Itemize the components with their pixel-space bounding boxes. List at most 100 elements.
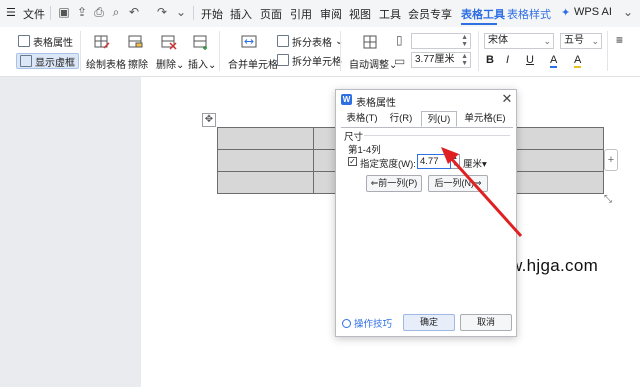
tips-label: 操作技巧 — [354, 319, 393, 330]
size-group-title: 尺寸 — [344, 132, 364, 143]
ribbon-separator — [607, 31, 608, 71]
more-tabs-icon[interactable]: ⌄ — [621, 5, 635, 19]
table-cell[interactable] — [507, 127, 604, 150]
auto-fit-button[interactable]: 自动调整⌄ — [349, 56, 397, 71]
specify-width-label: 指定宽度(W): — [360, 159, 416, 170]
insert-table-icon — [193, 35, 207, 50]
tips-link[interactable]: 操作技巧 — [342, 316, 392, 330]
tab-column[interactable]: 列(U) — [421, 111, 457, 127]
tab-table-tools[interactable]: 表格工具 — [461, 6, 505, 22]
font-name-dropdown-icon: ⌄ — [543, 36, 551, 46]
tab-member[interactable]: 会员专享 — [408, 6, 452, 22]
merge-cells-button[interactable]: 合并单元格 — [228, 56, 278, 71]
menu-bar: ☰ 文件 ▣ ⇪ ⎙ ⌕ ↶ ↷ ⌄ 开始 插入 页面 引用 审阅 视图 工具 … — [0, 0, 640, 28]
delete-button[interactable]: 删除⌄ — [156, 56, 184, 71]
menu-file[interactable]: 文件 — [23, 6, 45, 22]
tab-wps-ai[interactable]: WPS AI — [574, 6, 612, 18]
tab-table-style[interactable]: 表格样式 — [507, 6, 551, 22]
font-size-select[interactable]: 五号 ⌄ — [560, 33, 602, 49]
show-gridlines-button[interactable]: 显示虚框 — [16, 53, 79, 69]
print-icon[interactable]: ⎙ — [92, 5, 106, 19]
print-preview-icon[interactable]: ⌕ — [109, 5, 123, 19]
font-name-select[interactable]: 宋体 ⌄ — [484, 33, 554, 49]
tab-review[interactable]: 审阅 — [320, 6, 342, 22]
tab-row[interactable]: 行(R) — [383, 111, 419, 127]
cancel-button[interactable]: 取消 — [460, 314, 512, 331]
wps-logo-icon: W — [341, 94, 352, 105]
table-cell[interactable] — [507, 149, 604, 172]
split-cells-label: 拆分单元格 — [292, 56, 342, 68]
draw-table-button[interactable]: 绘制表格 — [86, 56, 126, 71]
width-input[interactable]: 4.77 — [417, 154, 451, 169]
table-cell[interactable] — [217, 171, 314, 194]
undo-icon[interactable]: ↶ — [127, 5, 141, 19]
split-table-icon — [277, 35, 289, 47]
redo-icon[interactable]: ↷ — [155, 5, 169, 19]
dialog-title: 表格属性 — [356, 98, 396, 109]
dialog-titlebar[interactable]: W 表格属性 ✕ — [336, 90, 516, 110]
erase-button[interactable]: 擦除 — [128, 56, 148, 71]
tab-home[interactable]: 开始 — [201, 6, 223, 22]
table-properties-icon — [18, 35, 30, 47]
insert-button[interactable]: 插入⌄ — [188, 56, 216, 71]
tab-view[interactable]: 视图 — [349, 6, 371, 22]
more-quick-icon[interactable]: ⌄ — [174, 5, 188, 19]
table-properties-button[interactable]: 表格属性 — [18, 34, 73, 49]
table-cell[interactable] — [507, 171, 604, 194]
table-resize-icon[interactable]: ⤡ — [604, 194, 616, 206]
ribbon-separator — [219, 31, 220, 71]
table-cell[interactable] — [217, 127, 314, 150]
ribbon-separator — [80, 31, 81, 71]
group-divider — [364, 135, 510, 136]
ribbon: 表格属性 显示虚框 绘制表格 擦除 删除⌄ 插入⌄ 合并单元格 拆分表格⌄ 拆分… — [0, 27, 640, 77]
menu-separator — [193, 6, 194, 20]
table-cell[interactable] — [217, 149, 314, 172]
specify-width-checkbox[interactable]: ✓ — [348, 157, 357, 166]
hamburger-icon[interactable]: ☰ — [6, 6, 16, 19]
columns-label: 第1-4列 — [348, 145, 381, 156]
row-height-field[interactable]: ▲ ▼ — [411, 33, 471, 49]
tips-icon — [342, 318, 351, 328]
wps-ai-icon[interactable]: ✦ — [561, 6, 570, 19]
close-icon[interactable]: ✕ — [500, 92, 514, 106]
tab-tools[interactable]: 工具 — [379, 6, 401, 22]
italic-button[interactable]: I — [506, 54, 509, 66]
tab-cell[interactable]: 单元格(E) — [459, 111, 511, 127]
split-cells-button[interactable]: 拆分单元格 — [277, 53, 342, 68]
table-move-handle-icon[interactable]: ✥ — [202, 113, 216, 127]
split-cells-icon — [277, 54, 289, 66]
highlight-button[interactable]: A — [574, 54, 582, 68]
table-properties-dialog: W 表格属性 ✕ 表格(T) 行(R) 列(U) 单元格(E) 尺寸 第1-4列… — [335, 89, 517, 337]
export-icon[interactable]: ⇪ — [75, 5, 89, 19]
add-column-icon[interactable]: + — [604, 149, 618, 171]
split-table-button[interactable]: 拆分表格⌄ — [277, 34, 343, 49]
font-name-value: 宋体 — [488, 35, 508, 46]
width-spinner[interactable]: ▲ ▼ — [451, 154, 460, 169]
row-height-spinner[interactable]: ▲ ▼ — [461, 34, 468, 48]
font-color-button[interactable]: A — [550, 54, 558, 68]
show-gridlines-label: 显示虚框 — [35, 57, 75, 69]
column-width-spinner[interactable]: ▲ ▼ — [461, 53, 468, 67]
tab-page[interactable]: 页面 — [260, 6, 282, 22]
unit-value: 厘米 — [463, 159, 483, 170]
tab-insert[interactable]: 插入 — [230, 6, 252, 22]
unit-select[interactable]: 厘米▾ — [463, 156, 487, 170]
table-properties-label: 表格属性 — [33, 37, 73, 49]
tab-references[interactable]: 引用 — [290, 6, 312, 22]
auto-fit-label: 自动调整 — [349, 60, 389, 71]
dialog-tabs: 表格(T) 行(R) 列(U) 单元格(E) — [341, 111, 513, 128]
align-icon[interactable]: ≡ — [616, 33, 623, 47]
column-width-icon: ▭ — [394, 54, 406, 68]
bold-button[interactable]: B — [486, 54, 494, 66]
save-icon[interactable]: ▣ — [57, 5, 71, 19]
tab-table[interactable]: 表格(T) — [343, 111, 381, 127]
column-width-field[interactable]: 3.77厘米 ▲ ▼ — [411, 52, 471, 68]
underline-button[interactable]: U — [526, 54, 534, 66]
next-column-button[interactable]: 后一列(N)⇒ — [428, 175, 488, 192]
delete-table-icon — [161, 35, 177, 50]
ok-button[interactable]: 确定 — [403, 314, 455, 331]
row-height-icon: ▯ — [396, 33, 403, 47]
ribbon-separator — [340, 31, 341, 71]
prev-column-button[interactable]: ⇐前一列(P) — [366, 175, 422, 192]
column-width-value: 3.77厘米 — [415, 54, 455, 65]
